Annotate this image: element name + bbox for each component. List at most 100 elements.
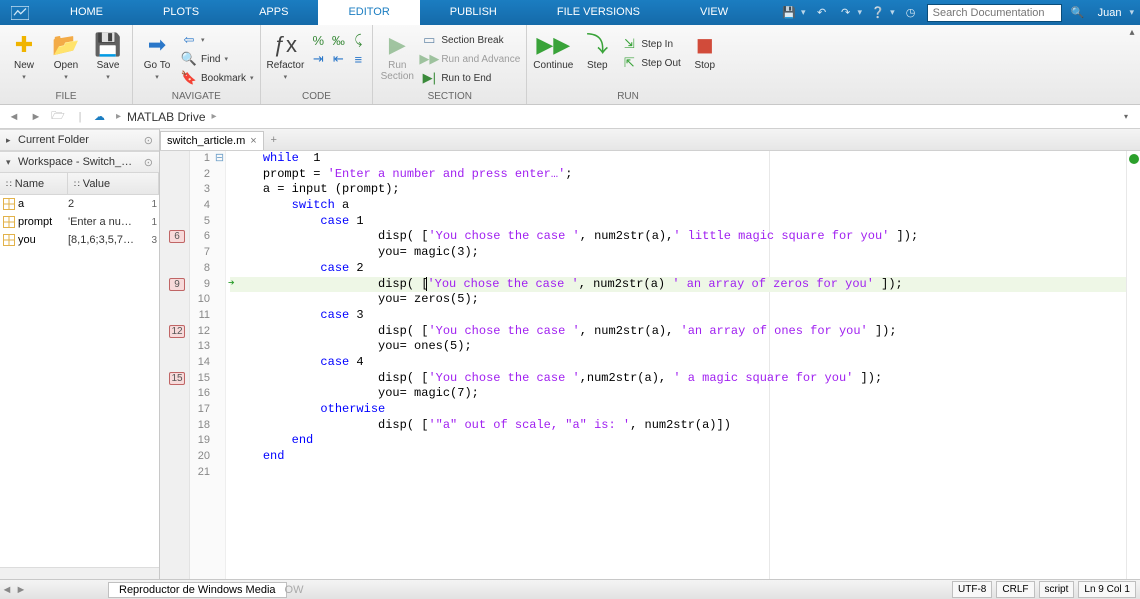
- code-line[interactable]: you= magic(3);: [230, 245, 1126, 261]
- menu-tab-apps[interactable]: APPS: [229, 0, 318, 25]
- top-menu-right: 💾▾ ↶ ↷▾ ❔▾ ◷ 🔍 Juan▾: [781, 4, 1140, 22]
- status-ok-icon: [1129, 154, 1139, 164]
- status-eol[interactable]: CRLF: [996, 581, 1034, 598]
- bookmark-button[interactable]: 🔖Bookmark▾: [181, 70, 254, 86]
- cloud-icon[interactable]: ☁: [94, 110, 110, 123]
- ribbon-group-file: ✚New▾ 📂Open▾ 💾Save▾ FILE: [0, 25, 133, 104]
- find-button[interactable]: 🔍Find▾: [181, 51, 254, 67]
- ribbon-toolstrip: ✚New▾ 📂Open▾ 💾Save▾ FILE ➡Go To▾ ⇦▾ 🔍Fin…: [0, 25, 1140, 105]
- code-line[interactable]: end: [230, 449, 1126, 465]
- save-icon[interactable]: 💾: [781, 5, 797, 21]
- save-button[interactable]: 💾Save▾: [90, 28, 126, 91]
- code-line[interactable]: disp( ['You chose the case ', num2str(a)…: [230, 277, 1126, 293]
- refactor-button[interactable]: ƒxRefactor▾: [267, 28, 305, 91]
- code-line[interactable]: disp( ['You chose the case ',num2str(a),…: [230, 371, 1126, 387]
- status-cursor-pos[interactable]: Ln 9 Col 1: [1078, 581, 1136, 598]
- ws-col-name[interactable]: ∷ Name: [0, 173, 68, 194]
- variable-icon: [0, 198, 18, 210]
- ws-col-value[interactable]: ∷ Value: [68, 173, 159, 194]
- code-line[interactable]: case 2: [230, 261, 1126, 277]
- code-opt1[interactable]: %‰⤹: [310, 32, 366, 48]
- line-number-gutter: 123456789101112131415161718192021: [190, 151, 214, 579]
- ribbon-group-section: ▶Run Section ▭Section Break ▶▶Run and Ad…: [373, 25, 527, 104]
- workspace-table-header: ∷ Name ∷ Value: [0, 173, 159, 195]
- code-line[interactable]: end: [230, 433, 1126, 449]
- redo-icon[interactable]: ↷: [838, 5, 854, 21]
- address-bar: ◄ ► 🗁 | ☁ ▸ MATLAB Drive ▸ ▾: [0, 105, 1140, 129]
- continue-button[interactable]: ▶▶Continue: [533, 28, 573, 91]
- section-break-button[interactable]: ▭Section Break: [421, 32, 520, 48]
- nav-back-button[interactable]: ⇦▾: [181, 32, 254, 48]
- close-tab-icon[interactable]: ×: [250, 135, 256, 147]
- taskbar-prev-icon[interactable]: ◄: [0, 584, 14, 596]
- fold-gutter[interactable]: ⊟: [214, 151, 226, 579]
- breakpoint-gutter[interactable]: 691215: [160, 151, 190, 579]
- user-label[interactable]: Juan: [1094, 7, 1126, 19]
- ws-var-value: [8,1,6;3,5,7…: [68, 234, 149, 246]
- file-tab-active[interactable]: switch_article.m ×: [160, 131, 264, 150]
- code-area[interactable]: while 1 prompt = 'Enter a number and pre…: [226, 151, 1126, 579]
- code-opt2[interactable]: ⇥⇤≡: [310, 51, 366, 67]
- step-out-button[interactable]: ⇱Step Out: [621, 55, 680, 71]
- nav-fwd-icon[interactable]: ►: [28, 111, 44, 123]
- taskbar-next-icon[interactable]: ►: [14, 584, 28, 596]
- panel-close-icon[interactable]: ⊙: [144, 134, 153, 147]
- menu-tab-view[interactable]: VIEW: [670, 0, 758, 25]
- editor-body[interactable]: 691215 123456789101112131415161718192021…: [160, 151, 1140, 579]
- undo-icon[interactable]: ↶: [814, 5, 830, 21]
- code-line[interactable]: [230, 465, 1126, 481]
- menu-tab-publish[interactable]: PUBLISH: [420, 0, 527, 25]
- ws-var-name: you: [18, 234, 68, 246]
- new-button[interactable]: ✚New▾: [6, 28, 42, 91]
- status-encoding[interactable]: UTF-8: [952, 581, 992, 598]
- code-line[interactable]: case 1: [230, 214, 1126, 230]
- workspace-header[interactable]: ▾ Workspace - Switch_… ⊙: [0, 151, 159, 173]
- menu-tab-plots[interactable]: PLOTS: [133, 0, 229, 25]
- workspace-row[interactable]: prompt'Enter a nu…1: [0, 213, 159, 231]
- code-line[interactable]: switch a: [230, 198, 1126, 214]
- step-button[interactable]: ⤵Step: [579, 28, 615, 91]
- status-filetype[interactable]: script: [1039, 581, 1075, 598]
- code-line[interactable]: case 3: [230, 308, 1126, 324]
- step-in-button[interactable]: ⇲Step In: [621, 36, 680, 52]
- code-line[interactable]: you= zeros(5);: [230, 292, 1126, 308]
- search-docs-input[interactable]: [927, 4, 1062, 22]
- code-line[interactable]: a = input (prompt);: [230, 182, 1126, 198]
- taskbar-window-button[interactable]: Reproductor de Windows Media: [108, 582, 287, 598]
- stop-button[interactable]: ◼Stop: [687, 28, 723, 91]
- menu-tab-home[interactable]: HOME: [40, 0, 133, 25]
- new-tab-button[interactable]: +: [264, 129, 284, 150]
- breadcrumb-matlab-drive[interactable]: MATLAB Drive: [127, 110, 205, 124]
- code-line[interactable]: case 4: [230, 355, 1126, 371]
- code-line[interactable]: you= ones(5);: [230, 339, 1126, 355]
- ws-var-name: prompt: [18, 216, 68, 228]
- code-line[interactable]: disp( ['You chose the case ', num2str(a)…: [230, 229, 1126, 245]
- run-to-end-button[interactable]: ▶|Run to End: [421, 70, 520, 86]
- help-icon[interactable]: ❔: [870, 5, 886, 21]
- code-line[interactable]: disp( ['You chose the case ', num2str(a)…: [230, 324, 1126, 340]
- goto-button[interactable]: ➡Go To▾: [139, 28, 175, 91]
- code-line[interactable]: you= magic(7);: [230, 386, 1126, 402]
- workspace-row[interactable]: you[8,1,6;3,5,7…3: [0, 231, 159, 249]
- ws-var-right: 1: [149, 217, 159, 228]
- menu-tab-editor[interactable]: EDITOR: [318, 0, 419, 25]
- nav-up-icon[interactable]: 🗁: [50, 107, 66, 126]
- ribbon-group-run-label: RUN: [533, 91, 723, 104]
- editor-area: switch_article.m × + 691215 123456789101…: [160, 129, 1140, 579]
- ribbon-collapse-button[interactable]: ▴: [1124, 25, 1140, 104]
- code-line[interactable]: otherwise: [230, 402, 1126, 418]
- current-folder-header[interactable]: ▸ Current Folder ⊙: [0, 129, 159, 151]
- code-line[interactable]: prompt = 'Enter a number and press enter…: [230, 167, 1126, 183]
- open-button[interactable]: 📂Open▾: [48, 28, 84, 91]
- scrollbar-h[interactable]: [0, 567, 159, 579]
- search-icon[interactable]: 🔍: [1070, 5, 1086, 21]
- address-drop-icon[interactable]: ▾: [1124, 112, 1134, 121]
- code-line[interactable]: while 1: [230, 151, 1126, 167]
- workspace-row[interactable]: a21: [0, 195, 159, 213]
- panel-close-icon[interactable]: ⊙: [144, 156, 153, 169]
- code-line[interactable]: disp( ['"a" out of scale, "a" is: ', num…: [230, 418, 1126, 434]
- menu-tab-file-versions[interactable]: FILE VERSIONS: [527, 0, 670, 25]
- matlab-logo-icon[interactable]: [0, 0, 40, 25]
- addon-icon[interactable]: ◷: [903, 5, 919, 21]
- nav-back-icon[interactable]: ◄: [6, 111, 22, 123]
